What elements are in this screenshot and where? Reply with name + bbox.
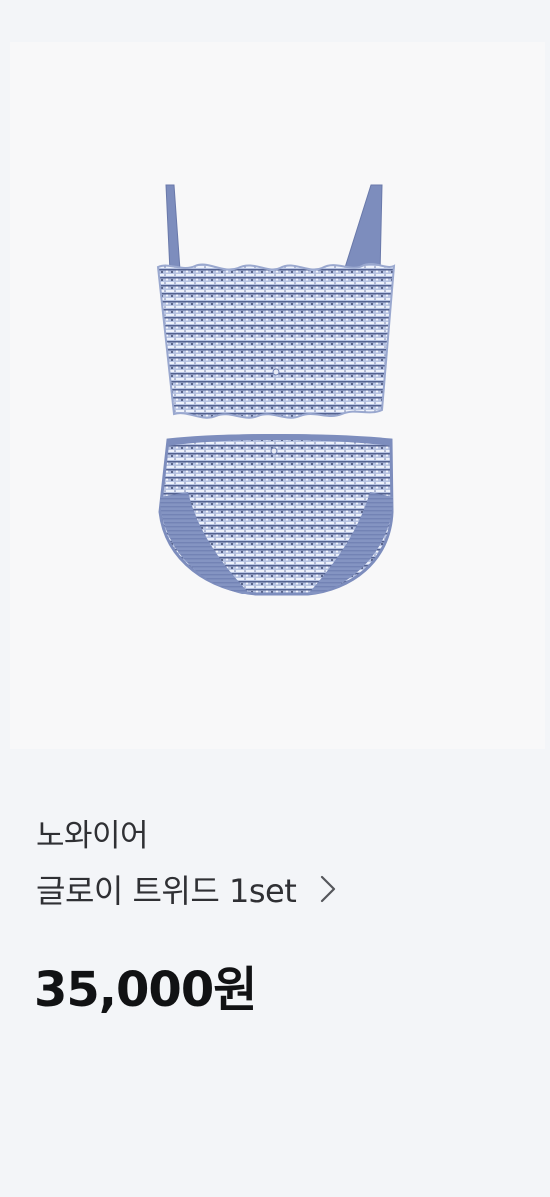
brand-name: 노와이어 [36,818,149,854]
product-image[interactable] [10,42,545,749]
product-price: 35,000원 [34,962,257,1018]
chevron-right-icon [318,873,338,905]
product-detail-link[interactable]: 글로이 트위드 1set [36,866,338,912]
lingerie-set-illustration [156,184,396,596]
product-card[interactable]: 노와이어 글로이 트위드 1set 35,000원 [0,0,550,1197]
product-name: 글로이 트위드 1set [36,872,297,910]
